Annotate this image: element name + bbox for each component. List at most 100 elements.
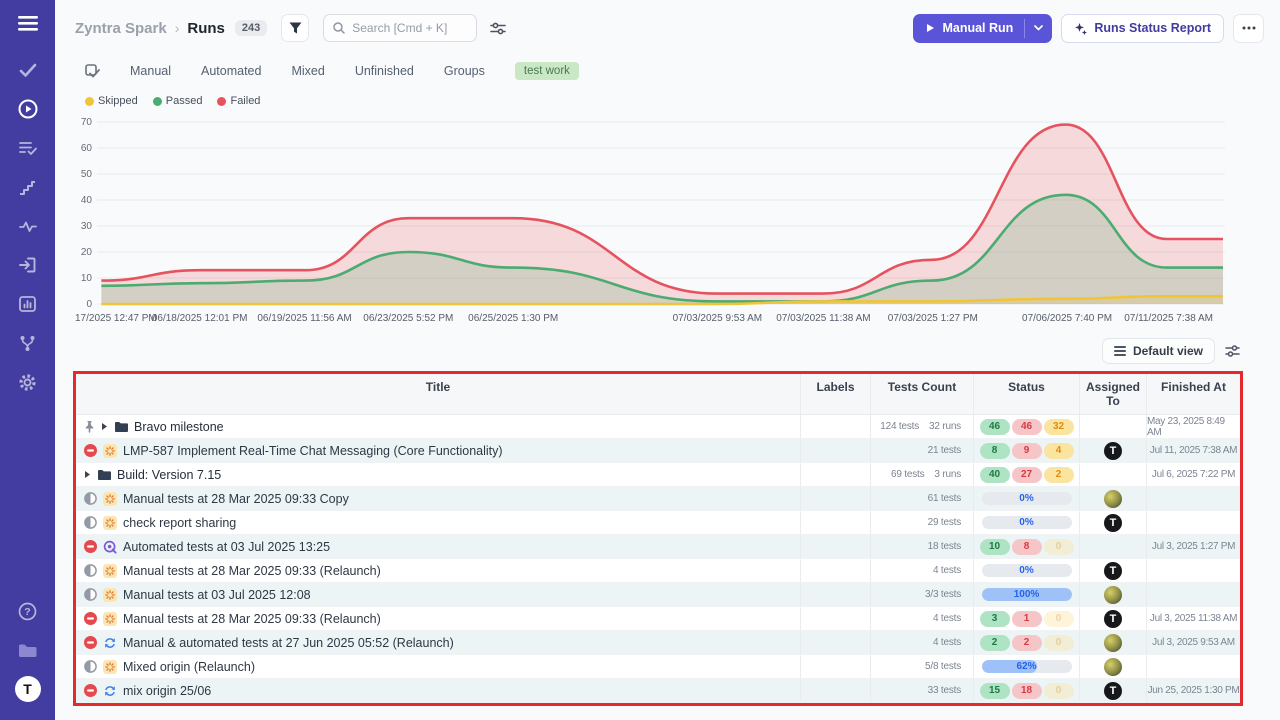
ellipsis-icon <box>1242 26 1256 30</box>
x-axis-labels: 17/2025 12:47 PM06/18/2025 12:01 PM06/19… <box>97 313 1225 330</box>
runs-status-report-button[interactable]: Runs Status Report <box>1061 14 1224 43</box>
legend-label: Skipped <box>98 95 138 107</box>
table-row[interactable]: Automated tests at 03 Jul 2025 13:2518 t… <box>76 535 1240 559</box>
tab-mixed[interactable]: Mixed <box>291 64 324 78</box>
sidebar-item-test-plans[interactable] <box>15 135 41 161</box>
run-title[interactable]: Manual & automated tests at 27 Jun 2025 … <box>123 636 454 650</box>
tests-count-cell: 4 tests <box>870 607 973 630</box>
finished-at-cell <box>1146 487 1240 510</box>
table-row[interactable]: mix origin 25/0633 tests15180TJun 25, 20… <box>76 679 1240 703</box>
run-title[interactable]: LMP-587 Implement Real-Time Chat Messagi… <box>123 444 503 458</box>
manual-run-dropdown[interactable] <box>1025 14 1052 43</box>
filter-tag-test-work[interactable]: test work <box>515 62 579 80</box>
help-icon: ? <box>18 602 37 621</box>
sidebar-item-help[interactable]: ? <box>15 598 41 624</box>
table-row[interactable]: LMP-587 Implement Real-Time Chat Messagi… <box>76 439 1240 463</box>
table-row[interactable]: Bravo milestone124 tests32 runs464632May… <box>76 415 1240 439</box>
search-input[interactable] <box>352 21 462 35</box>
table-row[interactable]: Manual & automated tests at 27 Jun 2025 … <box>76 631 1240 655</box>
run-title[interactable]: Manual tests at 03 Jul 2025 12:08 <box>123 588 311 602</box>
search-box[interactable] <box>323 14 477 42</box>
column-header-finished-at[interactable]: Finished At <box>1146 374 1240 414</box>
sidebar-item-runs[interactable] <box>15 96 41 122</box>
more-actions-button[interactable] <box>1233 14 1264 43</box>
run-title[interactable]: Automated tests at 03 Jul 2025 13:25 <box>123 540 330 554</box>
tests-count: 4 tests <box>933 637 961 648</box>
table-row[interactable]: Manual tests at 28 Mar 2025 09:33 (Relau… <box>76 607 1240 631</box>
sidebar-item-requirements[interactable] <box>15 252 41 278</box>
default-view-button[interactable]: Default view <box>1102 338 1215 364</box>
assignee-avatar[interactable]: T <box>1104 682 1122 700</box>
tab-groups[interactable]: Groups <box>444 64 485 78</box>
run-title[interactable]: Bravo milestone <box>134 420 224 434</box>
legend-label: Failed <box>230 95 260 107</box>
sidebar-item-integrations[interactable] <box>15 330 41 356</box>
table-row[interactable]: Manual tests at 03 Jul 2025 12:083/3 tes… <box>76 583 1240 607</box>
all-runs-icon[interactable] <box>85 64 100 78</box>
assignee-avatar[interactable] <box>1104 658 1122 676</box>
table-row[interactable]: Mixed origin (Relaunch)5/8 tests62% <box>76 655 1240 679</box>
filter-button[interactable] <box>281 14 309 42</box>
assignee-avatar[interactable]: T <box>1104 562 1122 580</box>
labels-cell <box>800 535 870 558</box>
tab-automated[interactable]: Automated <box>201 64 261 78</box>
column-header-tests-count[interactable]: Tests Count <box>870 374 973 414</box>
assigned-to-cell: T <box>1079 439 1146 462</box>
table-row[interactable]: check report sharing29 tests0%T <box>76 511 1240 535</box>
sidebar-item-test-cases[interactable] <box>15 57 41 83</box>
table-row[interactable]: Manual tests at 28 Mar 2025 09:33 (Relau… <box>76 559 1240 583</box>
title-cell: Build: Version 7.15 <box>76 463 800 486</box>
assignee-avatar[interactable]: T <box>1104 442 1122 460</box>
expand-chevron-icon[interactable] <box>101 422 108 431</box>
assignee-avatar[interactable]: T <box>1104 610 1122 628</box>
assignee-avatar[interactable] <box>1104 634 1122 652</box>
assignee-avatar[interactable] <box>1104 586 1122 604</box>
table-header: TitleLabelsTests CountStatusAssigned ToF… <box>76 374 1240 415</box>
finished-at-cell: May 23, 2025 8:49 AM <box>1146 415 1240 438</box>
finished-at-cell <box>1146 511 1240 534</box>
column-header-assigned-to[interactable]: Assigned To <box>1079 374 1146 414</box>
run-title[interactable]: check report sharing <box>123 516 236 530</box>
y-axis-tick-40: 40 <box>75 195 92 206</box>
sidebar-item-milestones[interactable] <box>15 174 41 200</box>
title-cell: Manual tests at 28 Mar 2025 09:33 Copy <box>76 487 800 510</box>
y-axis-tick-10: 10 <box>75 273 92 284</box>
sidebar-item-documents[interactable] <box>15 637 41 663</box>
run-title[interactable]: Manual tests at 28 Mar 2025 09:33 (Relau… <box>123 564 381 578</box>
table-row[interactable]: Build: Version 7.1569 tests3 runs40272Ju… <box>76 463 1240 487</box>
breadcrumb-project[interactable]: Zyntra Spark <box>75 20 167 37</box>
tab-manual[interactable]: Manual <box>130 64 171 78</box>
manual-origin-icon <box>103 444 117 458</box>
failed-count-pill: 2 <box>1012 635 1042 651</box>
column-header-status[interactable]: Status <box>973 374 1079 414</box>
manual-run-button[interactable]: Manual Run <box>913 14 1052 43</box>
columns-settings-icon[interactable] <box>1225 345 1240 357</box>
legend-label: Passed <box>166 95 203 107</box>
run-title[interactable]: Build: Version 7.15 <box>117 468 221 482</box>
page-title: Runs <box>187 20 225 37</box>
status-pills: 220 <box>980 635 1074 651</box>
table-row[interactable]: Manual tests at 28 Mar 2025 09:33 Copy61… <box>76 487 1240 511</box>
manual-run-label: Manual Run <box>942 21 1013 35</box>
y-axis-tick-70: 70 <box>75 117 92 128</box>
labels-cell <box>800 439 870 462</box>
sidebar-item-defects[interactable] <box>15 213 41 239</box>
run-title[interactable]: mix origin 25/06 <box>123 684 211 698</box>
menu-icon[interactable] <box>18 16 38 36</box>
assignee-avatar[interactable] <box>1104 490 1122 508</box>
progress-label: 0% <box>982 492 1072 505</box>
run-title[interactable]: Manual tests at 28 Mar 2025 09:33 (Relau… <box>123 612 381 626</box>
run-title[interactable]: Mixed origin (Relaunch) <box>123 660 255 674</box>
assignee-avatar[interactable]: T <box>1104 514 1122 532</box>
view-settings-icon[interactable] <box>490 22 506 35</box>
sidebar-item-analytics[interactable] <box>15 291 41 317</box>
sidebar-item-settings[interactable] <box>15 369 41 395</box>
breadcrumb-separator: › <box>175 20 180 36</box>
column-header-labels[interactable]: Labels <box>800 374 870 414</box>
column-header-title[interactable]: Title <box>76 374 800 414</box>
stopped-status-icon <box>84 540 97 553</box>
user-avatar[interactable]: T <box>15 676 41 702</box>
expand-chevron-icon[interactable] <box>84 470 91 479</box>
tab-unfinished[interactable]: Unfinished <box>355 64 414 78</box>
run-title[interactable]: Manual tests at 28 Mar 2025 09:33 Copy <box>123 492 349 506</box>
